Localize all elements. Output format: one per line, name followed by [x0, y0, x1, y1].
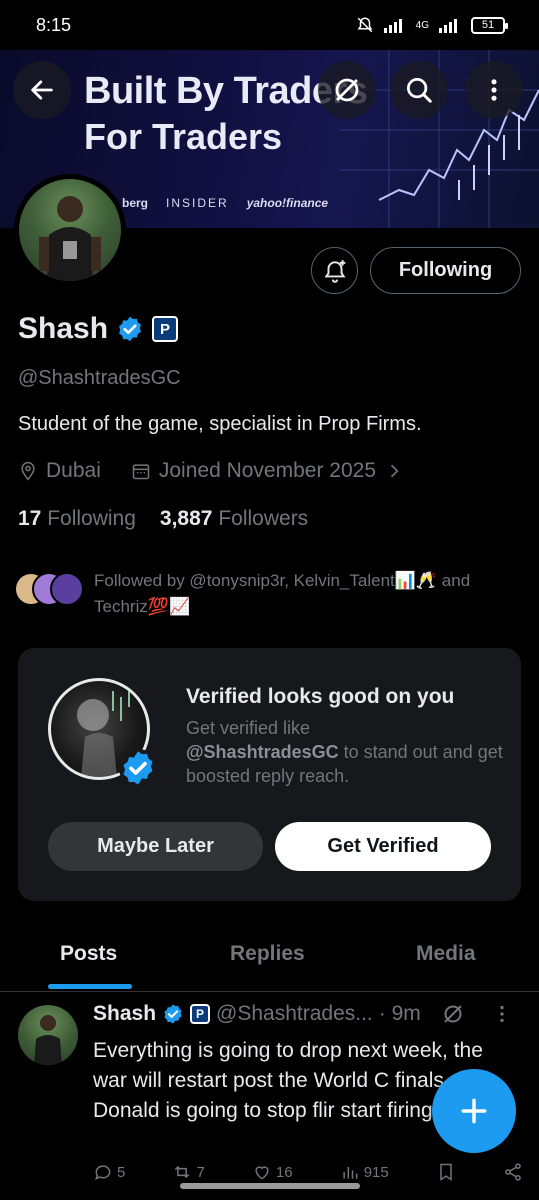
upsell-title: Verified looks good on you: [186, 685, 455, 708]
tab-replies[interactable]: Replies: [230, 942, 305, 966]
upsell-body-handle: @ShashtradesGC: [186, 742, 339, 762]
chevron-right-icon[interactable]: [384, 461, 404, 481]
back-button[interactable]: [13, 61, 71, 119]
signal-icon: [383, 19, 402, 33]
more-options-button[interactable]: [465, 61, 523, 119]
profile-avatar[interactable]: [14, 174, 126, 286]
display-name: Shash: [18, 312, 109, 345]
upsell-body: Get verified like @ShashtradesGC to stan…: [186, 716, 506, 788]
banner-logo-3: yahoo!finance: [246, 196, 329, 210]
more-vertical-icon: [491, 79, 497, 101]
active-tab-indicator: [48, 984, 132, 989]
following-stat[interactable]: 17 Following: [18, 507, 136, 531]
repost-icon: [175, 1165, 190, 1179]
views-icon: [343, 1167, 358, 1179]
bookmark-icon: [440, 1163, 452, 1181]
profile-location: Dubai: [46, 459, 101, 482]
profile-joined: Joined November 2025: [158, 459, 377, 482]
person-silhouette-icon: [34, 1015, 62, 1065]
profile-meta: Dubai Joined November 2025: [18, 459, 404, 483]
follow-stats: 17 Following 3,887 Followers: [18, 507, 308, 531]
search-icon: [407, 78, 432, 103]
compose-post-button[interactable]: [432, 1069, 516, 1153]
verified-badge-icon: [164, 1004, 182, 1024]
location-pin-icon: [21, 461, 35, 481]
calendar-icon: [132, 464, 150, 480]
person-silhouette-icon: [39, 196, 101, 281]
verified-upsell-card: Verified looks good on you Get verified …: [18, 648, 521, 901]
upsell-body-prefix: Get verified like: [186, 718, 311, 738]
status-bar: 8:15 4G 51: [0, 0, 539, 50]
battery-icon: 51: [471, 16, 508, 34]
avatar: [50, 572, 84, 606]
banner-logo-1: berg: [122, 196, 149, 210]
post-time: · 9m: [378, 1002, 421, 1025]
post-header: Shash P @Shashtrades... · 9m: [93, 1002, 513, 1026]
plus-icon: [461, 1098, 487, 1124]
grok-button[interactable]: [318, 61, 376, 119]
reply-action[interactable]: 5: [93, 1162, 125, 1182]
repost-action[interactable]: 7: [172, 1162, 205, 1182]
avatar-photo: [19, 179, 121, 281]
notifications-bell-button[interactable]: [311, 247, 358, 294]
get-verified-button[interactable]: Get Verified: [275, 822, 491, 871]
profile-tabs: Posts Replies Media: [0, 922, 539, 992]
post-avatar[interactable]: [18, 1005, 78, 1065]
followers-avatars: [14, 568, 86, 606]
post-author-handle[interactable]: @Shashtrades...: [216, 1002, 373, 1026]
repost-count: 7: [196, 1163, 205, 1181]
like-count: 16: [275, 1163, 293, 1181]
followers-stat[interactable]: 3,887 Followers: [160, 507, 308, 531]
more-vertical-icon[interactable]: [491, 1003, 513, 1025]
followers-count: 3,887: [159, 507, 213, 530]
followed-by-text: Followed by @tonysnip3r, Kelvin_Talent📊🥂…: [94, 571, 471, 616]
profile-handle: @ShashtradesGC: [18, 367, 181, 389]
status-time: 8:15: [36, 14, 72, 35]
tab-media[interactable]: Media: [416, 942, 476, 966]
grok-icon: [335, 78, 359, 102]
followed-by[interactable]: Followed by @tonysnip3r, Kelvin_Talent📊🥂…: [14, 568, 514, 620]
affiliate-badge-icon: P: [190, 1004, 211, 1024]
back-arrow-icon: [31, 80, 53, 100]
affiliate-badge-icon[interactable]: P: [152, 316, 179, 342]
maybe-later-button[interactable]: Maybe Later: [48, 822, 263, 871]
banner-subheadline: For Traders: [84, 116, 283, 157]
heart-icon: [255, 1166, 269, 1180]
verified-badge-icon: [118, 748, 158, 788]
bell-plus-icon: [324, 259, 345, 283]
grok-icon[interactable]: [441, 1002, 465, 1026]
share-icon: [505, 1163, 521, 1181]
home-indicator[interactable]: [180, 1183, 360, 1189]
tab-posts[interactable]: Posts: [60, 942, 117, 966]
post-actions: 5 7 16 915: [93, 1162, 523, 1182]
search-button[interactable]: [390, 61, 448, 119]
following-label: Following: [47, 507, 136, 530]
mute-icon: [357, 17, 373, 33]
following-count: 17: [18, 507, 42, 530]
name-row: Shash P: [18, 312, 179, 346]
profile-bio: Student of the game, specialist in Prop …: [18, 413, 422, 435]
banner-logos: berg INSIDER yahoo!finance: [122, 196, 328, 210]
views-action[interactable]: 915: [340, 1162, 389, 1182]
verified-badge-icon[interactable]: [116, 315, 144, 343]
signal-icon-2: [439, 19, 457, 33]
banner-logo-2: INSIDER: [166, 196, 229, 210]
reply-icon: [95, 1165, 111, 1181]
like-action[interactable]: 16: [252, 1162, 293, 1182]
status-icons: 4G 51: [356, 16, 508, 34]
bookmark-action[interactable]: [436, 1162, 456, 1182]
post-author-name[interactable]: Shash: [93, 1002, 156, 1026]
following-button[interactable]: Following: [370, 247, 521, 294]
views-count: 915: [363, 1163, 389, 1181]
network-label: 4G: [415, 19, 429, 31]
share-action[interactable]: [503, 1162, 523, 1182]
reply-count: 5: [117, 1163, 126, 1181]
followers-label: Followers: [218, 507, 309, 530]
